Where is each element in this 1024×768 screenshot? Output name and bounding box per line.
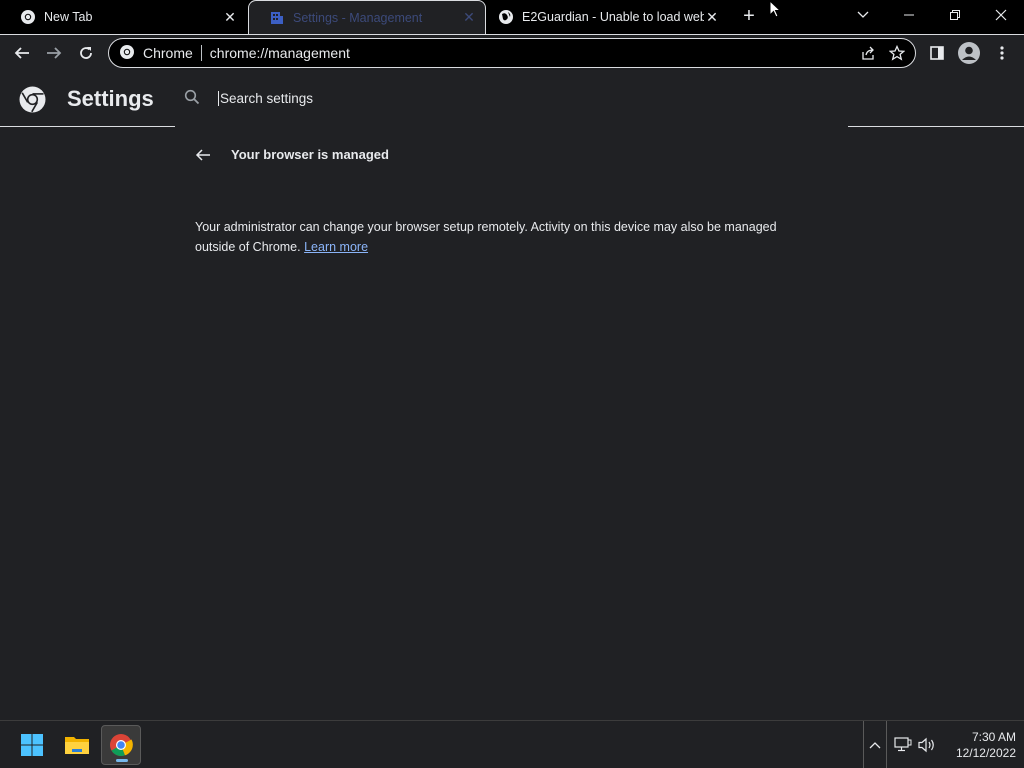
system-clock[interactable]: 7:30 AM 12/12/2022 — [944, 729, 1016, 761]
chrome-icon — [119, 44, 135, 63]
search-icon — [184, 89, 202, 107]
search-settings-input[interactable] — [218, 90, 718, 106]
management-icon — [269, 10, 285, 26]
omnibox-divider — [200, 45, 202, 61]
settings-search[interactable] — [174, 78, 848, 118]
forward-button[interactable] — [40, 39, 68, 67]
reload-button[interactable] — [72, 39, 100, 67]
tab-new-tab[interactable]: New Tab ✕ — [0, 0, 246, 34]
globe-icon — [498, 9, 514, 25]
tab-settings-management[interactable]: Settings - Management ✕ — [248, 0, 486, 34]
close-tab-icon[interactable]: ✕ — [704, 9, 720, 25]
minimize-button[interactable] — [886, 0, 932, 30]
settings-header: Settings — [0, 70, 1024, 128]
profile-avatar-icon[interactable] — [955, 39, 983, 67]
clock-date: 12/12/2022 — [955, 746, 1016, 760]
settings-title: Settings — [67, 86, 154, 111]
management-info-text: Your administrator can change your brows… — [195, 220, 777, 254]
volume-icon[interactable] — [917, 735, 937, 755]
tab-title: New Tab — [44, 10, 93, 24]
more-menu-icon[interactable] — [988, 39, 1016, 67]
clock-time: 7:30 AM — [971, 730, 1016, 744]
share-icon[interactable] — [855, 39, 883, 67]
bookmark-star-icon[interactable] — [883, 39, 911, 67]
restore-button[interactable] — [932, 0, 978, 30]
site-chip-label: Chrome — [143, 45, 193, 61]
chrome-icon — [20, 9, 36, 25]
site-info-chip[interactable]: Chrome — [109, 44, 201, 63]
chrome-logo-icon — [19, 86, 46, 113]
windows-taskbar: 7:30 AM 12/12/2022 — [0, 720, 1024, 768]
tab-strip: New Tab ✕ Settings - Management ✕ E2Guar… — [0, 0, 1024, 34]
tab-search-chevron-icon[interactable] — [840, 0, 886, 30]
close-window-button[interactable] — [978, 0, 1024, 30]
close-tab-icon[interactable]: ✕ — [222, 9, 238, 25]
active-app-indicator — [116, 759, 128, 762]
management-info: Your administrator can change your brows… — [195, 217, 815, 257]
header-divider-right — [848, 126, 1024, 127]
browser-toolbar: Chrome chrome://management — [0, 34, 1024, 70]
learn-more-link[interactable]: Learn more — [304, 240, 368, 254]
mouse-cursor-icon — [769, 0, 782, 18]
back-arrow-icon[interactable] — [192, 144, 214, 166]
address-bar[interactable]: Chrome chrome://management — [108, 38, 916, 68]
file-explorer-icon[interactable] — [57, 725, 97, 765]
chrome-taskbar-icon[interactable] — [101, 725, 141, 765]
page-heading: Your browser is managed — [231, 147, 389, 162]
close-tab-icon[interactable]: ✕ — [461, 9, 477, 26]
tab-e2guardian[interactable]: E2Guardian - Unable to load web ✕ — [488, 0, 728, 34]
url-text[interactable]: chrome://management — [210, 45, 855, 61]
header-divider-left — [0, 126, 175, 127]
tab-title: E2Guardian - Unable to load web — [522, 10, 704, 24]
network-icon[interactable] — [893, 735, 913, 755]
back-button[interactable] — [8, 39, 36, 67]
management-page: Your browser is managed Your administrat… — [0, 128, 1024, 720]
tray-overflow-chevron-icon[interactable] — [863, 721, 887, 768]
side-panel-icon[interactable] — [923, 39, 951, 67]
tab-title: Settings - Management — [293, 10, 423, 25]
new-tab-button[interactable]: + — [738, 6, 760, 28]
windows-start-icon[interactable] — [12, 725, 52, 765]
